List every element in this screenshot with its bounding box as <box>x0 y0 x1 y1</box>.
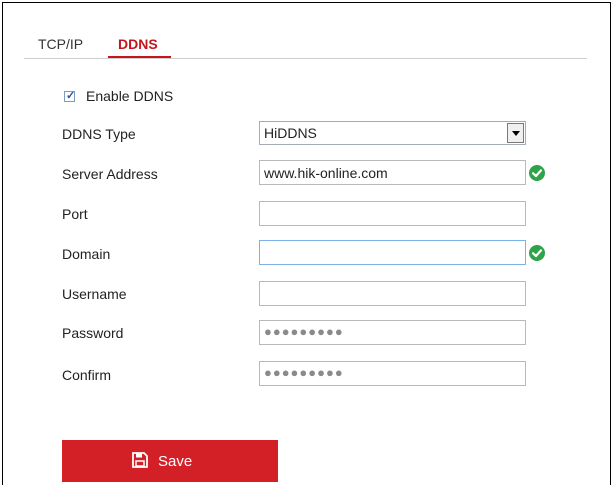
tab-divider <box>24 58 587 59</box>
password-field[interactable]: ●●●●●●●●● <box>259 320 526 345</box>
port-label: Port <box>62 206 88 222</box>
confirm-label: Confirm <box>62 367 112 383</box>
dropdown-button[interactable] <box>507 123 524 143</box>
domain-label: Domain <box>62 246 111 262</box>
confirm-mask: ●●●●●●●●● <box>264 365 344 380</box>
checkmark-icon: ✓ <box>66 90 76 102</box>
server-address-field[interactable]: www.hik-online.com <box>259 160 526 185</box>
valid-check-icon <box>529 165 545 181</box>
username-label: Username <box>62 286 127 302</box>
enable-ddns-checkbox[interactable]: ✓ <box>64 90 76 102</box>
username-field[interactable] <box>259 281 526 306</box>
password-label: Password <box>62 325 124 341</box>
domain-field[interactable] <box>259 240 526 265</box>
chevron-down-icon <box>512 131 520 136</box>
save-button[interactable]: Save <box>62 440 278 482</box>
tab-tcp-ip[interactable]: TCP/IP <box>38 36 83 52</box>
server-address-value: www.hik-online.com <box>264 165 388 181</box>
ddns-type-value: HiDDNS <box>264 125 317 141</box>
floppy-disk-icon <box>132 452 148 471</box>
save-button-label: Save <box>158 453 193 470</box>
port-field[interactable] <box>259 201 526 226</box>
enable-ddns-label: Enable DDNS <box>86 88 174 104</box>
ddns-type-label: DDNS Type <box>62 126 136 142</box>
valid-check-icon <box>529 245 545 261</box>
password-mask: ●●●●●●●●● <box>264 324 344 339</box>
tab-ddns[interactable]: DDNS <box>118 36 158 52</box>
ddns-type-select[interactable]: HiDDNS <box>259 121 526 145</box>
confirm-field[interactable]: ●●●●●●●●● <box>259 361 526 386</box>
server-address-label: Server Address <box>62 166 158 182</box>
